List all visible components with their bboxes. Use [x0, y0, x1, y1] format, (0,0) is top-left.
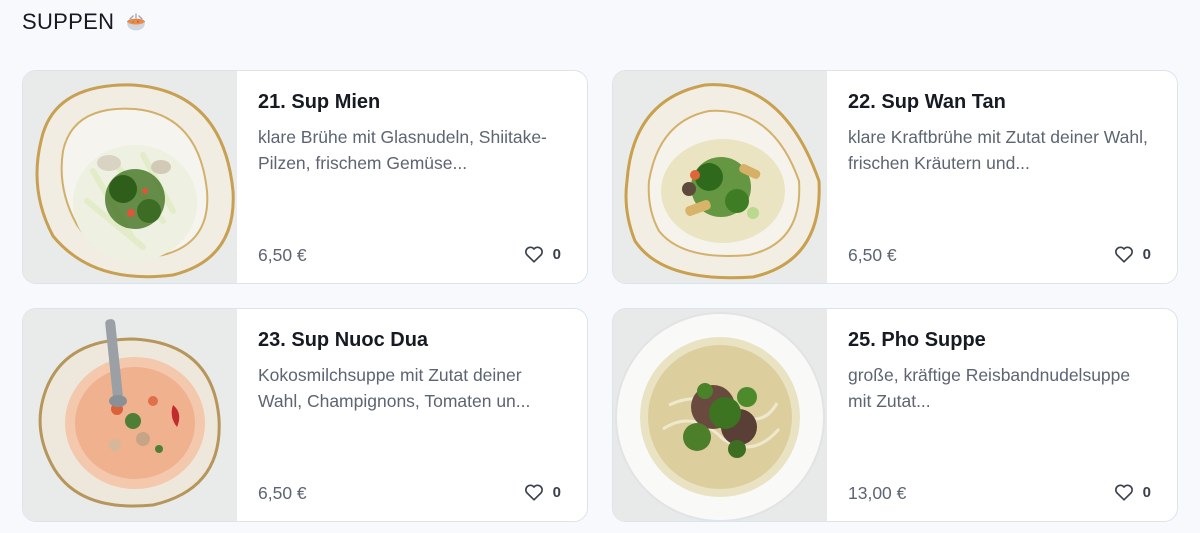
heart-icon	[1114, 246, 1133, 263]
dish-name: 25. Pho Suppe	[848, 329, 986, 351]
dish-info: 25. Pho Suppe große, kräftige Reisbandnu…	[848, 309, 1157, 521]
dish-price: 13,00 €	[848, 483, 907, 503]
dish-image	[613, 71, 827, 283]
like-count: 0	[552, 483, 561, 501]
dish-description: Kokosmilchsuppe mit Zutat deiner Wahl, C…	[258, 365, 531, 411]
heart-icon	[524, 484, 543, 501]
dish-description: klare Brühe mit Glasnudeln, Shiitake-Pil…	[258, 127, 547, 173]
dish-description: große, kräftige Reisbandnudelsuppe mit Z…	[848, 365, 1131, 411]
like-button[interactable]: 0	[1113, 243, 1151, 265]
like-button[interactable]: 0	[1113, 481, 1151, 503]
dish-name: 23. Sup Nuoc Dua	[258, 329, 429, 351]
dish-info: 23. Sup Nuoc Dua Kokosmilchsuppe mit Zut…	[258, 309, 567, 521]
section-title: SUPPEN	[22, 9, 115, 34]
dish-image	[23, 309, 237, 521]
dish-price: 6,50 €	[848, 245, 897, 265]
soup-bowl-icon	[127, 13, 146, 31]
menu-grid: 21. Sup Mien klare Brühe mit Glasnudeln,…	[22, 70, 1180, 523]
dish-info: 21. Sup Mien klare Brühe mit Glasnudeln,…	[258, 71, 567, 283]
like-button[interactable]: 0	[523, 481, 561, 503]
dish-name: 21. Sup Mien	[258, 91, 381, 113]
menu-item-card[interactable]: 21. Sup Mien klare Brühe mit Glasnudeln,…	[22, 70, 588, 284]
dish-description: klare Kraftbrühe mit Zutat deiner Wahl, …	[848, 127, 1148, 173]
heart-icon	[1114, 484, 1133, 501]
dish-info: 22. Sup Wan Tan klare Kraftbrühe mit Zut…	[848, 71, 1157, 283]
menu-item-card[interactable]: 23. Sup Nuoc Dua Kokosmilchsuppe mit Zut…	[22, 308, 588, 522]
dish-price: 6,50 €	[258, 245, 307, 265]
dish-image	[23, 71, 237, 283]
like-count: 0	[552, 245, 561, 263]
heart-icon	[524, 246, 543, 263]
dish-image	[613, 309, 827, 521]
like-count: 0	[1142, 245, 1151, 263]
like-button[interactable]: 0	[523, 243, 561, 265]
menu-item-card[interactable]: 25. Pho Suppe große, kräftige Reisbandnu…	[612, 308, 1178, 522]
dish-price: 6,50 €	[258, 483, 307, 503]
menu-item-card[interactable]: 22. Sup Wan Tan klare Kraftbrühe mit Zut…	[612, 70, 1178, 284]
dish-name: 22. Sup Wan Tan	[848, 91, 1006, 113]
section-header: SUPPEN	[22, 8, 148, 36]
like-count: 0	[1142, 483, 1151, 501]
